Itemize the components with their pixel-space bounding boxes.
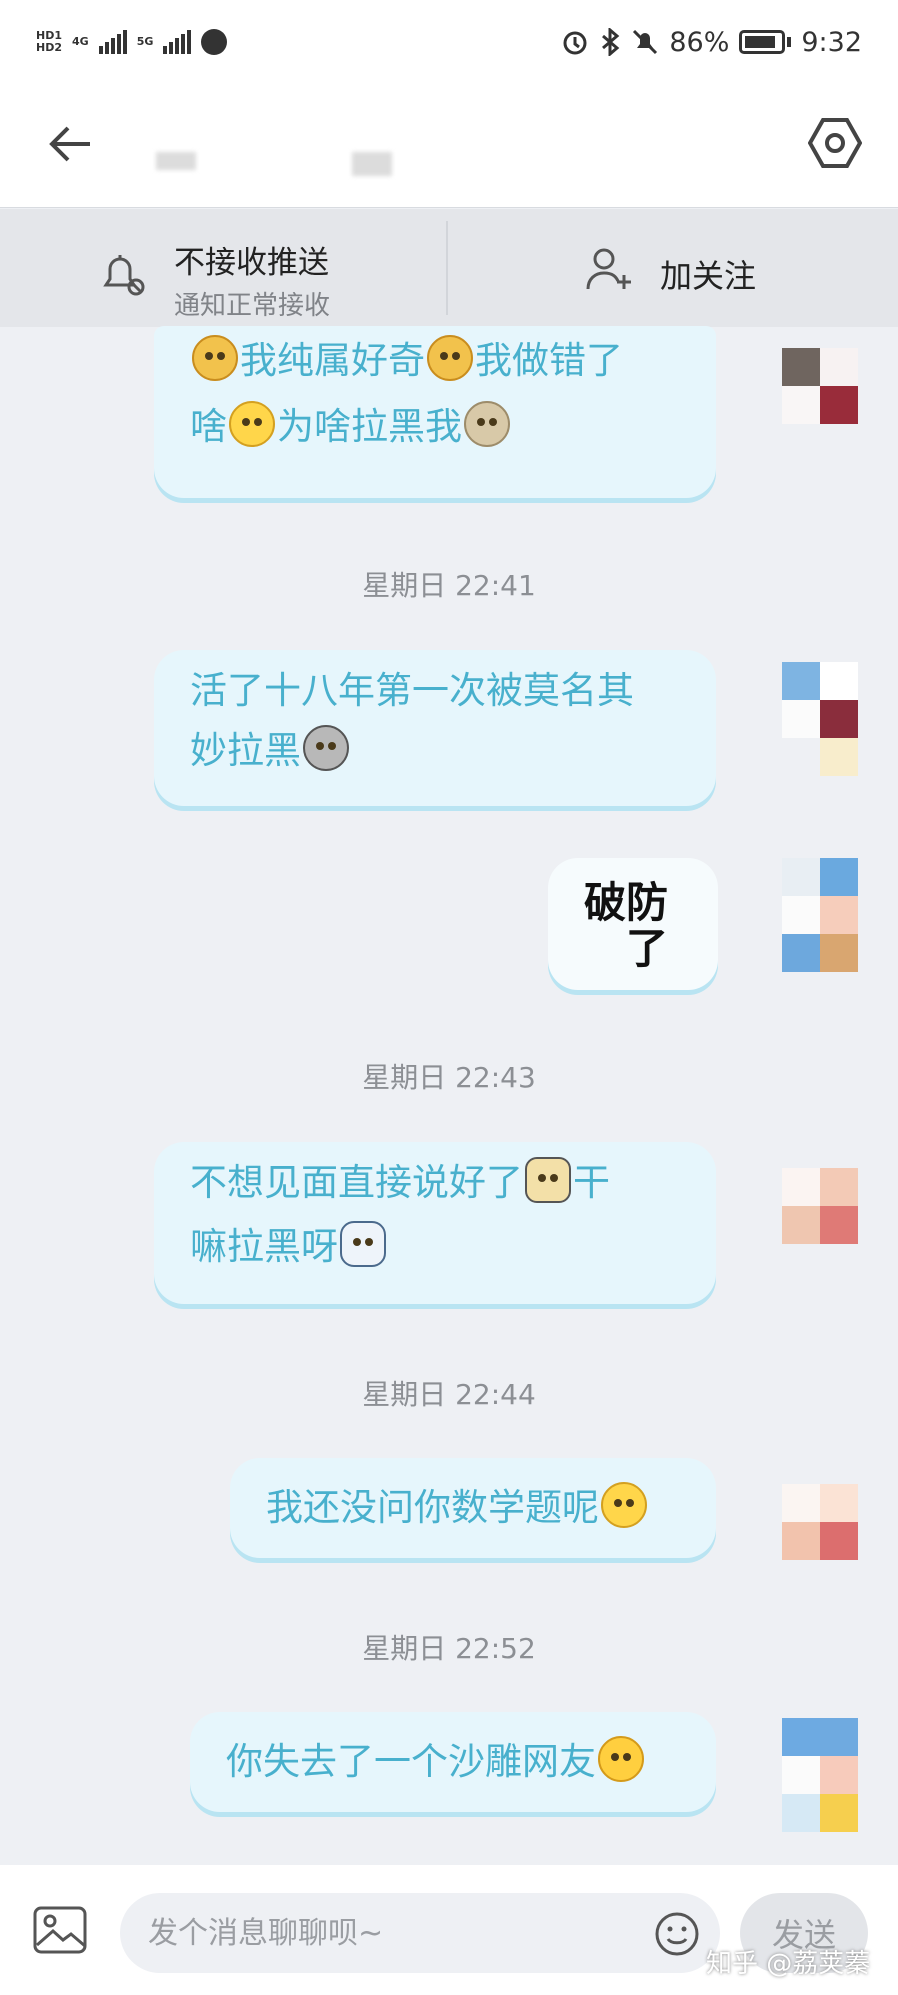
- avatar[interactable]: [782, 1484, 862, 1594]
- status-right: 86% 9:32: [561, 27, 862, 58]
- mute-bell-icon: [633, 29, 658, 55]
- message-text: 为啥拉黑我: [277, 405, 462, 448]
- battery-icon: [739, 30, 786, 54]
- add-user-icon: [586, 248, 631, 290]
- action-bar: 不接收推送 通知正常接收 加关注: [0, 209, 898, 327]
- redacted-name: [156, 152, 196, 170]
- message-input[interactable]: [120, 1893, 720, 1973]
- follow-button[interactable]: 加关注: [448, 209, 898, 327]
- message-bubble-2[interactable]: 活了十八年第一次被莫名其 妙拉黑: [154, 650, 716, 806]
- doge-emoji-icon: [427, 335, 473, 381]
- pofang-sticker-icon: 破防 了: [584, 880, 668, 972]
- push-subtitle: 通知正常接收: [174, 291, 331, 321]
- chat-header: [0, 84, 898, 208]
- hd-indicator: HD1 HD2: [36, 30, 62, 54]
- pout-emoji-icon: [598, 1736, 644, 1782]
- message-text: 啥: [190, 405, 227, 448]
- message-4-line-2: 嘛拉黑呀: [190, 1214, 680, 1280]
- avatar[interactable]: [782, 858, 862, 972]
- message-text: 我做错了: [475, 339, 623, 382]
- message-text: 嘛拉黑呀: [190, 1225, 338, 1268]
- message-text: 活了十八年第一次被莫名其: [190, 669, 634, 712]
- avatar[interactable]: [782, 1718, 862, 1832]
- message-bubble-1[interactable]: 我纯属好奇 我做错了 啥 为啥拉黑我: [154, 326, 716, 498]
- bell-muted-icon: [103, 255, 145, 296]
- message-1-line-1: 我纯属好奇 我做错了: [190, 328, 680, 394]
- bluetooth-icon: [602, 28, 620, 56]
- grey-face-emoji-icon: [303, 725, 349, 771]
- follow-label: 加关注: [660, 257, 757, 295]
- settings-button[interactable]: [802, 110, 868, 176]
- avatar[interactable]: [782, 662, 862, 776]
- hd2-label: HD2: [36, 41, 62, 54]
- message-2-line-2: 妙拉黑: [190, 718, 680, 784]
- redacted-name-2: [352, 152, 392, 176]
- message-text: 不想见面直接说好了: [190, 1161, 523, 1204]
- clock: 9:32: [801, 26, 862, 58]
- battery-tip: [787, 37, 792, 47]
- message-1-line-2: 啥 为啥拉黑我: [190, 394, 680, 460]
- network-5g-label: 5G: [136, 35, 154, 48]
- signal-5g-icon: [163, 30, 192, 54]
- avatar[interactable]: [782, 330, 862, 440]
- message-bubble-4[interactable]: 不想见面直接说好了 干 嘛拉黑呀: [154, 1142, 716, 1304]
- timestamp: 星期日 22:44: [362, 1378, 536, 1411]
- message-text: 我纯属好奇: [240, 339, 425, 382]
- message-bubble-6[interactable]: 你失去了一个沙雕网友: [190, 1712, 716, 1812]
- message-text: 你失去了一个沙雕网友: [226, 1740, 596, 1783]
- timestamp: 星期日 22:41: [362, 569, 536, 602]
- message-text: 妙拉黑: [190, 729, 301, 772]
- message-bubble-5[interactable]: 我还没问你数学题呢: [230, 1458, 716, 1558]
- message-4-line-1: 不想见面直接说好了 干: [190, 1150, 680, 1216]
- crying-emoji-icon: [525, 1157, 571, 1203]
- blush-emoji-icon: [601, 1482, 647, 1528]
- avatar[interactable]: [782, 1168, 862, 1278]
- status-bar: HD1 HD2 4G 5G 86% 9:32: [0, 0, 898, 84]
- alarm-icon: [563, 31, 587, 55]
- push-title: 不接收推送: [174, 245, 329, 281]
- settings-hexagon-icon: [808, 118, 862, 168]
- battery-percent: 86%: [669, 26, 730, 58]
- message-text: 我还没问你数学题呢: [266, 1486, 599, 1529]
- globe-icon: [201, 29, 228, 55]
- image-icon[interactable]: [32, 1905, 88, 1955]
- back-button[interactable]: [40, 114, 100, 174]
- watermark: 知乎 @荔荚蓁: [706, 1949, 871, 1979]
- push-toggle[interactable]: 不接收推送 通知正常接收: [0, 221, 448, 321]
- shiba-emoji-icon: [464, 401, 510, 447]
- signal-icon: [98, 30, 127, 54]
- status-left: HD1 HD2 4G 5G: [36, 29, 228, 55]
- sticker-text: 破防: [584, 878, 669, 927]
- message-text: 干: [573, 1161, 610, 1204]
- timestamp: 星期日 22:52: [362, 1632, 536, 1665]
- emoji-icon[interactable]: [654, 1911, 700, 1957]
- sticker-message[interactable]: 破防 了: [548, 858, 718, 990]
- blush-emoji-icon: [229, 401, 275, 447]
- doge-emoji-icon: [192, 335, 238, 381]
- network-4g-label: 4G: [72, 35, 89, 48]
- sticker-text: 了: [626, 924, 669, 973]
- timestamp: 星期日 22:43: [362, 1061, 536, 1094]
- shocked-emoji-icon: [340, 1221, 386, 1267]
- back-arrow-icon: [49, 126, 90, 162]
